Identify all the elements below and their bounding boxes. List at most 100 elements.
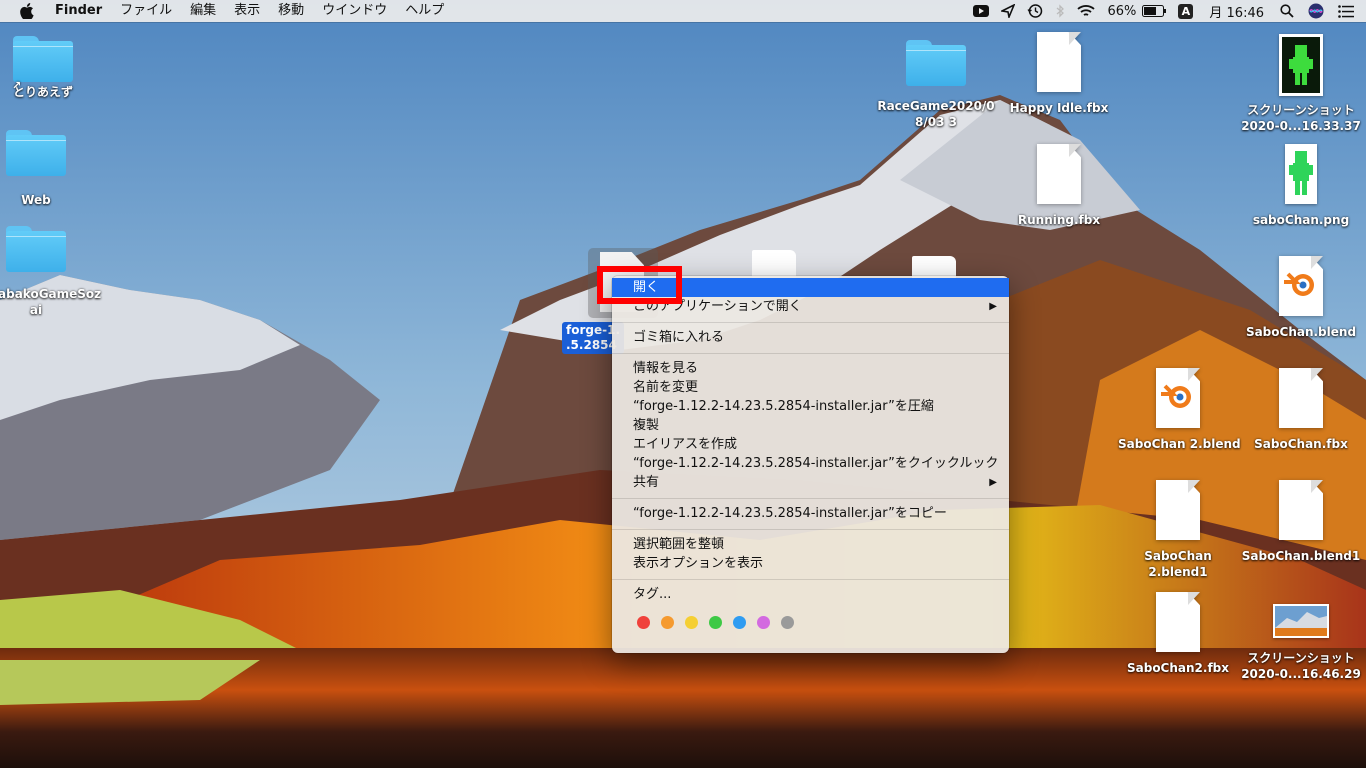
menu-item-show-view-options[interactable]: 表示オプションを表示: [612, 554, 1009, 573]
desktop-folder-abakogamesozai[interactable]: abakoGameSoz ai: [0, 226, 101, 318]
desktop-file-running-fbx[interactable]: Running.fbx: [1004, 144, 1114, 228]
icon-label: SaboChan.blend: [1245, 325, 1357, 339]
menu-item-rename[interactable]: 名前を変更: [612, 378, 1009, 397]
spotlight-search-icon[interactable]: [1274, 0, 1300, 22]
menu-item-tags[interactable]: タグ...: [612, 585, 1009, 604]
bluetooth-icon[interactable]: [1049, 0, 1071, 22]
menu-separator: [612, 529, 1009, 530]
icon-label-line2: 2.blend1: [1148, 565, 1208, 579]
time-machine-icon[interactable]: [1021, 0, 1049, 22]
document-icon: [1037, 32, 1081, 92]
menu-finder[interactable]: Finder: [46, 0, 111, 22]
folder-icon: [6, 226, 66, 272]
submenu-arrow-icon: ▶: [989, 477, 997, 488]
icon-label: Web: [21, 193, 51, 207]
menu-separator: [612, 579, 1009, 580]
desktop-file-sabochan2-fbx[interactable]: SaboChan2.fbx: [1122, 592, 1234, 676]
tag-purple-dot[interactable]: [757, 616, 770, 629]
battery-icon[interactable]: [1142, 0, 1172, 22]
notification-center-icon[interactable]: [1332, 0, 1366, 22]
menu-item-label: “forge-1.12.2-14.23.5.2854-installer.jar…: [633, 456, 999, 471]
document-icon: [1037, 144, 1081, 204]
desktop-file-sabochan-png[interactable]: saboChan.png: [1244, 144, 1358, 228]
tag-green-dot[interactable]: [709, 616, 722, 629]
icon-label-line2: 2020-0...16.33.37: [1241, 119, 1361, 133]
annotation-highlight-box: [597, 266, 682, 304]
tag-orange-dot[interactable]: [661, 616, 674, 629]
menu-item-label: 表示オプションを表示: [633, 556, 764, 571]
icon-label: SaboChan 2.blend: [1118, 437, 1241, 451]
submenu-arrow-icon: ▶: [989, 301, 997, 312]
desktop-screenshot-1[interactable]: スクリーンショット 2020-0...16.33.37: [1240, 34, 1362, 134]
blender-file-icon: [1279, 256, 1323, 316]
menu-bar: Finder ファイル 編集 表示 移動 ウインドウ ヘルプ 66% A 月 1…: [0, 0, 1366, 22]
alias-arrow-icon: ↗: [12, 79, 22, 92]
document-icon: [1279, 480, 1323, 540]
icon-label: saboChan.png: [1252, 213, 1350, 227]
menu-item-share[interactable]: 共有 ▶: [612, 473, 1009, 492]
clock[interactable]: 月 16:46: [1199, 0, 1274, 22]
desktop-file-sabochan-blend[interactable]: SaboChan.blend: [1244, 256, 1358, 340]
desktop-file-happy-idle-fbx[interactable]: Happy Idle.fbx: [1004, 32, 1114, 116]
location-arrow-icon[interactable]: [995, 0, 1021, 22]
menu-item-clean-up-selection[interactable]: 選択範囲を整頓: [612, 535, 1009, 554]
menu-item-label: 情報を見る: [633, 361, 699, 376]
icon-label: SaboChan.blend1: [1241, 549, 1361, 563]
menu-item-get-info[interactable]: 情報を見る: [612, 359, 1009, 378]
desktop-folder-racegame[interactable]: RaceGame2020/0 8/03 3: [874, 40, 998, 130]
menu-go[interactable]: 移動: [269, 0, 313, 22]
menu-separator: [612, 353, 1009, 354]
blender-file-icon: [1156, 368, 1200, 428]
menu-help[interactable]: ヘルプ: [396, 0, 453, 22]
desktop-file-sabochan2-blend1[interactable]: SaboChan 2.blend1: [1126, 480, 1230, 580]
menu-item-copy[interactable]: “forge-1.12.2-14.23.5.2854-installer.jar…: [612, 504, 1009, 523]
menu-item-label: “forge-1.12.2-14.23.5.2854-installer.jar…: [633, 399, 934, 414]
menu-item-compress[interactable]: “forge-1.12.2-14.23.5.2854-installer.jar…: [612, 397, 1009, 416]
document-icon: [1156, 480, 1200, 540]
desktop-folder-toriaezu[interactable]: ↗ とりあえず: [8, 36, 78, 100]
tag-yellow-dot[interactable]: [685, 616, 698, 629]
menu-file[interactable]: ファイル: [111, 0, 181, 22]
menu-item-label: 選択範囲を整頓: [633, 537, 725, 552]
menu-item-make-alias[interactable]: エイリアスを作成: [612, 435, 1009, 454]
desktop-folder-web[interactable]: Web: [0, 130, 72, 208]
tag-red-dot[interactable]: [637, 616, 650, 629]
battery-percent[interactable]: 66%: [1101, 0, 1142, 22]
icon-label: Running.fbx: [1017, 213, 1101, 227]
desktop-file-sabochan-fbx[interactable]: SaboChan.fbx: [1244, 368, 1358, 452]
siri-icon[interactable]: [1300, 0, 1332, 22]
desktop-screenshot-2[interactable]: スクリーンショット 2020-0...16.46.29: [1240, 604, 1362, 682]
icon-label-line2: ai: [29, 303, 43, 317]
document-icon: [1279, 368, 1323, 428]
folder-icon: [6, 130, 66, 176]
menu-edit[interactable]: 編集: [181, 0, 225, 22]
input-source-icon[interactable]: A: [1172, 0, 1199, 22]
icon-label: SaboChan: [1144, 549, 1212, 563]
menu-window[interactable]: ウインドウ: [313, 0, 396, 22]
menu-view[interactable]: 表示: [225, 0, 269, 22]
desktop-file-sabochan-blend1[interactable]: SaboChan.blend1: [1240, 480, 1362, 564]
folder-icon: [906, 40, 966, 86]
icon-label: SaboChan2.fbx: [1126, 661, 1230, 675]
wifi-icon[interactable]: [1071, 0, 1101, 22]
menu-item-label: ゴミ箱に入れる: [633, 330, 725, 345]
desktop-file-sabochan2-blend[interactable]: SaboChan 2.blend: [1118, 368, 1241, 452]
icon-label: Happy Idle.fbx: [1009, 101, 1109, 115]
menu-item-label: タグ...: [633, 587, 672, 602]
menu-item-label: 名前を変更: [633, 380, 699, 395]
folder-icon: [13, 36, 73, 82]
menu-separator: [612, 322, 1009, 323]
image-thumbnail-icon: [1285, 144, 1317, 204]
tag-blue-dot[interactable]: [733, 616, 746, 629]
screenshot-thumbnail-icon: [1273, 604, 1329, 638]
menu-item-quick-look[interactable]: “forge-1.12.2-14.23.5.2854-installer.jar…: [612, 454, 1009, 473]
tag-gray-dot[interactable]: [781, 616, 794, 629]
apple-menu-icon[interactable]: [18, 3, 36, 19]
icon-label-line2: 8/03 3: [915, 115, 957, 129]
menu-item-label: 共有: [633, 475, 660, 490]
menu-item-label: 複製: [633, 418, 660, 433]
menu-item-duplicate[interactable]: 複製: [612, 416, 1009, 435]
document-icon: [1156, 592, 1200, 652]
video-record-icon[interactable]: [967, 0, 995, 22]
menu-item-move-to-trash[interactable]: ゴミ箱に入れる: [612, 328, 1009, 347]
